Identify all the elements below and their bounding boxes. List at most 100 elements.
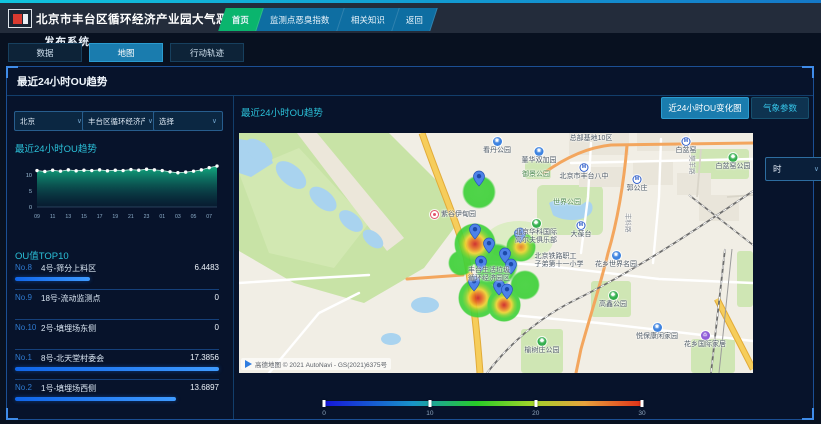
divider [233, 95, 234, 419]
legend-tick-label: 0 [322, 410, 326, 417]
map-subtitle: 最近24小时OU趋势 [241, 105, 323, 119]
point-name: 2号-填埋场东侧 [41, 323, 96, 334]
legend-tick [534, 400, 537, 407]
divider [7, 95, 813, 96]
svg-text:17: 17 [97, 214, 103, 220]
point-value: 6.4483 [195, 263, 219, 272]
map-label: M大葆台 [571, 221, 592, 239]
rank-label: No.9 [15, 293, 32, 302]
rank-bar [15, 367, 219, 371]
map-canvas[interactable]: ★看丹公园 总部基地10区 ★董华双加园 M白盆窑 ♣白盆窑公园御景公园 M北京市丰台八中… [239, 133, 753, 373]
svg-text:11: 11 [50, 214, 55, 220]
dashboard: 北京市丰台区循环经济产业园大气恶臭状况实时 首页监测点恶臭指数相关知识返回 发布… [0, 0, 821, 424]
corner-accent [6, 408, 18, 420]
filter-select[interactable]: 丰台区循环经济产∨ [82, 111, 159, 131]
map-label: ★看丹公园 [483, 137, 511, 155]
point-name: 18号-流动监测点 [41, 293, 101, 304]
map-label: ★董华双加园 [522, 147, 557, 165]
svg-text:21: 21 [128, 214, 134, 220]
amap-logo-icon [245, 360, 252, 368]
svg-text:03: 03 [175, 214, 181, 220]
chart-subtitle: 最近24小时OU趋势 [15, 141, 97, 155]
legend-tick [641, 400, 644, 407]
point-value: 0 [215, 293, 219, 302]
rank-row: No.9 18号-流动监测点 0 [15, 290, 219, 320]
point-name: 1号-填埋场西侧 [41, 383, 96, 394]
map-label: ♣高鑫公园 [599, 291, 627, 309]
rank-row: No.2 1号-填埋场西侧 13.6897 [15, 380, 219, 409]
scenic-icon: ★ [535, 147, 544, 156]
main-panel: 最近24小时OU趋势 北京∨丰台区循环经济产∨选择∨ 最近24小时OU趋势 05… [6, 66, 814, 420]
map-label: 御景公园 [522, 171, 550, 179]
svg-text:09: 09 [34, 214, 40, 220]
panel-title: 最近24小时OU趋势 [17, 74, 107, 89]
svg-text:05: 05 [191, 214, 197, 220]
park-icon: ♣ [609, 291, 618, 300]
map-label: 总部基地10区 [570, 135, 613, 143]
app-logo-icon [8, 9, 32, 28]
legend-tick-label: 30 [638, 410, 645, 417]
rank-bar [15, 277, 90, 281]
nav-tab[interactable]: 相关知识 [337, 8, 399, 31]
map-attribution: 高德地图 © 2021 AutoNavi - GS(2021)6375号 [241, 358, 391, 370]
svg-text:13: 13 [65, 214, 71, 220]
ou-color-scale: 0102030 [324, 401, 642, 406]
map-label: ★悦保康闲家园 [636, 323, 678, 341]
map-label: M郭公庄 [627, 175, 648, 193]
publish-tab[interactable]: 数据 [8, 43, 82, 62]
map-label: 紫谷伊甸园 [430, 210, 476, 219]
chevron-down-icon: ∨ [814, 165, 819, 173]
rank-label: No.2 [15, 383, 32, 392]
publish-tab[interactable]: 行动轨迹 [170, 43, 244, 62]
legend-tick-label: 10 [426, 410, 433, 417]
metro-icon: M [577, 221, 586, 230]
metro-icon: M [580, 163, 589, 172]
main-nav: 首页监测点恶臭指数相关知识返回 [218, 8, 437, 31]
map-label: ★花乡世界名园 [595, 251, 637, 269]
ou-change-map-button[interactable]: 近24小时OU变化图 [661, 97, 749, 119]
svg-text:15: 15 [81, 214, 87, 220]
svg-text:0: 0 [29, 205, 32, 211]
map-label: 丰台生活垃圾循环经济园区 [468, 267, 510, 282]
scenic-red-icon [430, 210, 439, 219]
svg-text:5: 5 [29, 189, 32, 195]
svg-text:19: 19 [112, 214, 118, 220]
point-value: 17.3856 [190, 353, 219, 362]
rank-label: No.8 [15, 263, 32, 272]
map-label: ♣白盆窑公园 [716, 153, 751, 171]
corner-accent [802, 408, 814, 420]
rank-row: No.8 4号-筛分上料区 6.4483 [15, 260, 219, 290]
scenic-icon: ★ [493, 137, 502, 146]
svg-text:01: 01 [159, 214, 165, 220]
nav-tab[interactable]: 监测点恶臭指数 [256, 8, 344, 31]
point-value: 13.6897 [190, 383, 219, 392]
map-label: M白盆窑 [676, 137, 697, 155]
park-icon: ♣ [538, 337, 547, 346]
filter-select[interactable]: 选择∨ [153, 111, 223, 131]
svg-text:10: 10 [26, 173, 32, 179]
scenic-icon: ★ [612, 251, 621, 260]
point-name: 4号-筛分上料区 [41, 263, 96, 274]
weather-params-button[interactable]: 气象参数 [751, 97, 809, 119]
nav-tab[interactable]: 返回 [392, 8, 437, 31]
rank-label: No.1 [15, 353, 32, 362]
top-header: 北京市丰台区循环经济产业园大气恶臭状况实时 首页监测点恶臭指数相关知识返回 [0, 0, 821, 33]
svg-text:23: 23 [144, 214, 150, 220]
map-label: M北京市丰台八中 [560, 163, 609, 181]
time-unit-select[interactable]: 时 ∨ [765, 157, 821, 181]
filter-select[interactable]: 北京∨ [14, 111, 88, 131]
ou-trend-chart: 0510091113151719212301030507 [19, 161, 225, 225]
publish-tab[interactable]: 地图 [89, 43, 163, 62]
rank-row: No.1 8号-北天堂村委会 17.3856 [15, 350, 219, 380]
map-label: 北京铁路职工子弟第十一小学 [535, 253, 584, 268]
map-label: ⌂花乡国际家居 [684, 331, 726, 349]
point-name: 8号-北天堂村委会 [41, 353, 104, 364]
point-value: 0 [215, 323, 219, 332]
rank-row: No.102号-填埋场东侧0 [15, 320, 219, 350]
map-label: ♣北京华科国际高尔夫俱乐部 [515, 219, 557, 244]
legend-tick [428, 400, 431, 407]
publish-tabs: 数据地图行动轨迹 [8, 43, 244, 62]
chevron-down-icon: ∨ [212, 117, 217, 125]
map-label: 丰科路 [623, 213, 631, 233]
map-label: 世界公园 [553, 199, 581, 207]
